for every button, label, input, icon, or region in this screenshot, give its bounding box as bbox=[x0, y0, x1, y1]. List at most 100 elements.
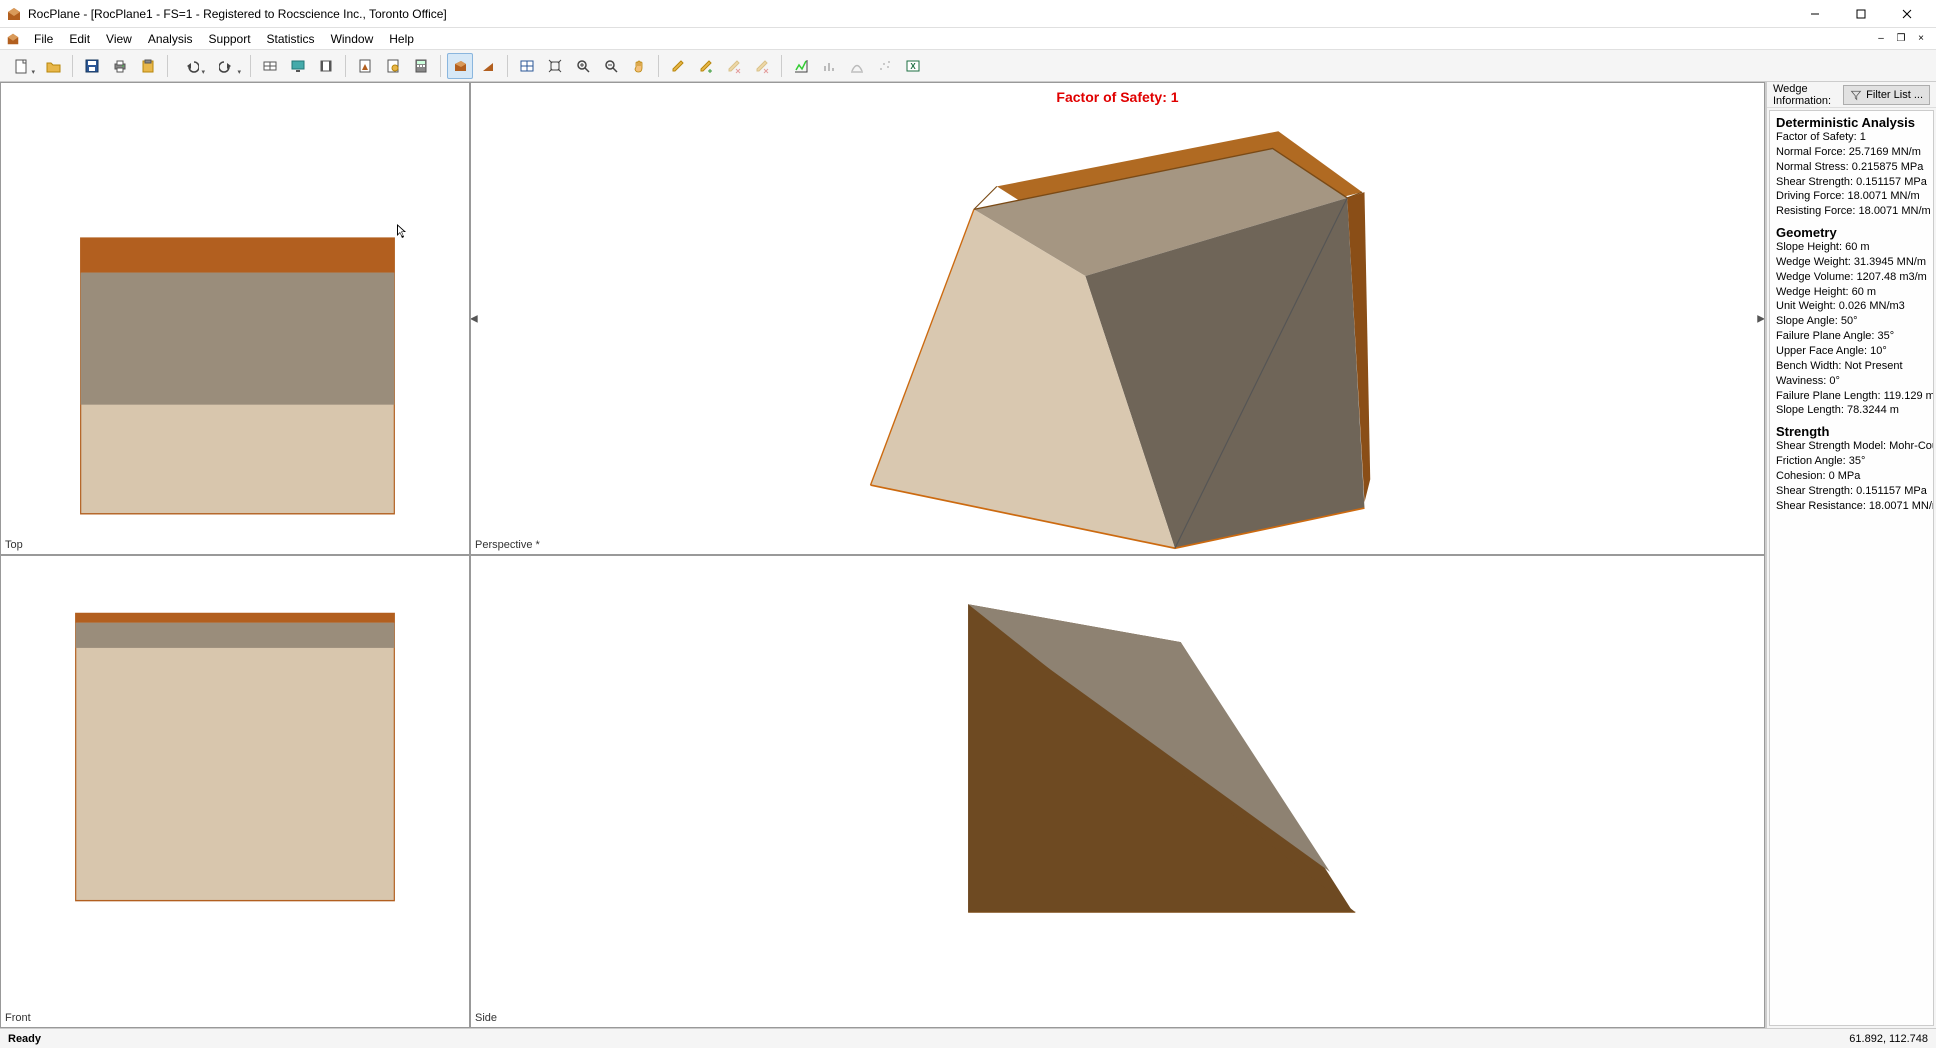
info-line: Waviness: 0° bbox=[1776, 374, 1927, 389]
info-line: Slope Height: 60 m bbox=[1776, 240, 1927, 255]
info-line: Slope Angle: 50° bbox=[1776, 314, 1927, 329]
view-nav-left-icon[interactable]: ◀ bbox=[470, 313, 478, 324]
wedge2d-icon[interactable] bbox=[475, 53, 501, 79]
app-icon bbox=[6, 6, 22, 22]
info-line: Failure Plane Length: 119.129 m bbox=[1776, 389, 1927, 404]
info-line: Shear Resistance: 18.0071 MN/m bbox=[1776, 499, 1927, 514]
client-area: Top Factor of Safety: 1 ◀ ▶ bbox=[0, 82, 1936, 1028]
toolbar-separator bbox=[507, 55, 508, 77]
cumulative-icon[interactable] bbox=[844, 53, 870, 79]
mdi-controls: – ❐ × bbox=[1872, 31, 1930, 47]
toolbar-separator bbox=[167, 55, 168, 77]
status-coords: 61.892, 112.748 bbox=[1849, 1033, 1928, 1045]
view-side[interactable]: Side bbox=[470, 555, 1765, 1028]
auto-compute-icon[interactable] bbox=[285, 53, 311, 79]
info-line: Shear Strength Model: Mohr-Coulomb bbox=[1776, 439, 1927, 454]
scatter-plot-icon[interactable] bbox=[872, 53, 898, 79]
menu-analysis[interactable]: Analysis bbox=[140, 30, 201, 48]
view-nav-right-icon[interactable]: ▶ bbox=[1757, 313, 1765, 324]
info-line: Resisting Force: 18.0071 MN/m bbox=[1776, 204, 1927, 219]
zoom-out-icon[interactable] bbox=[598, 53, 624, 79]
toolbar-separator bbox=[250, 55, 251, 77]
delete-all-icon[interactable] bbox=[749, 53, 775, 79]
menu-edit[interactable]: Edit bbox=[61, 30, 98, 48]
mdi-restore-button[interactable]: ❐ bbox=[1892, 31, 1910, 47]
menu-view[interactable]: View bbox=[98, 30, 140, 48]
info-section-title: Strength bbox=[1776, 424, 1927, 439]
window-controls bbox=[1792, 0, 1930, 28]
app-window: RocPlane - [RocPlane1 - FS=1 - Registere… bbox=[0, 0, 1936, 1048]
display-options-icon[interactable] bbox=[257, 53, 283, 79]
histogram-icon[interactable] bbox=[816, 53, 842, 79]
zoom-extents-icon[interactable] bbox=[542, 53, 568, 79]
grid-icon[interactable] bbox=[514, 53, 540, 79]
info-section-title: Deterministic Analysis bbox=[1776, 115, 1927, 130]
info-section-title: Geometry bbox=[1776, 225, 1927, 240]
toolbar-separator bbox=[440, 55, 441, 77]
project-settings-icon[interactable] bbox=[380, 53, 406, 79]
info-line: Shear Strength: 0.151157 MPa bbox=[1776, 175, 1927, 190]
info-line: Driving Force: 18.0071 MN/m bbox=[1776, 189, 1927, 204]
print-icon[interactable] bbox=[107, 53, 133, 79]
open-icon[interactable] bbox=[40, 53, 66, 79]
menubar: FileEditViewAnalysisSupportStatisticsWin… bbox=[0, 28, 1936, 50]
status-text: Ready bbox=[8, 1033, 1849, 1045]
view-label: Perspective * bbox=[475, 539, 540, 551]
mdi-close-button[interactable]: × bbox=[1912, 31, 1930, 47]
view-perspective[interactable]: Factor of Safety: 1 ◀ ▶ bbox=[470, 82, 1765, 555]
info-body[interactable]: Deterministic AnalysisFactor of Safety: … bbox=[1769, 110, 1934, 1026]
menu-support[interactable]: Support bbox=[201, 30, 259, 48]
clipboard-icon[interactable] bbox=[135, 53, 161, 79]
menu-help[interactable]: Help bbox=[381, 30, 422, 48]
menu-window[interactable]: Window bbox=[323, 30, 382, 48]
info-line: Wedge Volume: 1207.48 m3/m bbox=[1776, 270, 1927, 285]
info-line: Upper Face Angle: 10° bbox=[1776, 344, 1927, 359]
toolbar-separator bbox=[658, 55, 659, 77]
filter-icon bbox=[1850, 89, 1862, 101]
info-line: Factor of Safety: 1 bbox=[1776, 130, 1927, 145]
viewport-grid: Top Factor of Safety: 1 ◀ ▶ bbox=[0, 82, 1766, 1028]
info-line: Slope Length: 78.3244 m bbox=[1776, 403, 1927, 418]
cursor-icon bbox=[397, 224, 409, 240]
redo-icon[interactable] bbox=[210, 53, 244, 79]
statusbar: Ready 61.892, 112.748 bbox=[0, 1028, 1936, 1048]
toolbar-separator bbox=[781, 55, 782, 77]
add-tool-icon[interactable] bbox=[693, 53, 719, 79]
zoom-in-icon[interactable] bbox=[570, 53, 596, 79]
wedge3d-icon[interactable] bbox=[447, 53, 473, 79]
view-front[interactable]: Front bbox=[0, 555, 470, 1028]
edit-tool-icon[interactable] bbox=[665, 53, 691, 79]
window-title: RocPlane - [RocPlane1 - FS=1 - Registere… bbox=[28, 7, 1792, 21]
mdi-minimize-button[interactable]: – bbox=[1872, 31, 1890, 47]
info-line: Wedge Weight: 31.3945 MN/m bbox=[1776, 255, 1927, 270]
calculator-icon[interactable] bbox=[408, 53, 434, 79]
save-icon[interactable] bbox=[79, 53, 105, 79]
fos-label: Factor of Safety: 1 bbox=[471, 89, 1764, 105]
filter-list-button[interactable]: Filter List ... bbox=[1843, 85, 1930, 105]
minimize-button[interactable] bbox=[1792, 0, 1838, 28]
delete-tool-icon[interactable] bbox=[721, 53, 747, 79]
toolbar-separator bbox=[345, 55, 346, 77]
pan-icon[interactable] bbox=[626, 53, 652, 79]
menu-file[interactable]: File bbox=[26, 30, 61, 48]
maximize-button[interactable] bbox=[1838, 0, 1884, 28]
info-line: Friction Angle: 35° bbox=[1776, 454, 1927, 469]
info-line: Cohesion: 0 MPa bbox=[1776, 469, 1927, 484]
wedge-info-panel: Wedge Information: Filter List ... Deter… bbox=[1766, 82, 1936, 1028]
undo-icon[interactable] bbox=[174, 53, 208, 79]
close-button[interactable] bbox=[1884, 0, 1930, 28]
toolbar bbox=[0, 50, 1936, 82]
info-line: Bench Width: Not Present bbox=[1776, 359, 1927, 374]
menu-statistics[interactable]: Statistics bbox=[259, 30, 323, 48]
film-icon[interactable] bbox=[313, 53, 339, 79]
input-data-icon[interactable] bbox=[352, 53, 378, 79]
info-viewer-icon[interactable] bbox=[788, 53, 814, 79]
info-line: Unit Weight: 0.026 MN/m3 bbox=[1776, 299, 1927, 314]
titlebar: RocPlane - [RocPlane1 - FS=1 - Registere… bbox=[0, 0, 1936, 28]
excel-icon[interactable] bbox=[900, 53, 926, 79]
filter-button-label: Filter List ... bbox=[1866, 89, 1923, 101]
panel-header-label: Wedge Information: bbox=[1773, 83, 1837, 107]
new-icon[interactable] bbox=[4, 53, 38, 79]
view-label: Side bbox=[475, 1012, 497, 1024]
view-top[interactable]: Top bbox=[0, 82, 470, 555]
